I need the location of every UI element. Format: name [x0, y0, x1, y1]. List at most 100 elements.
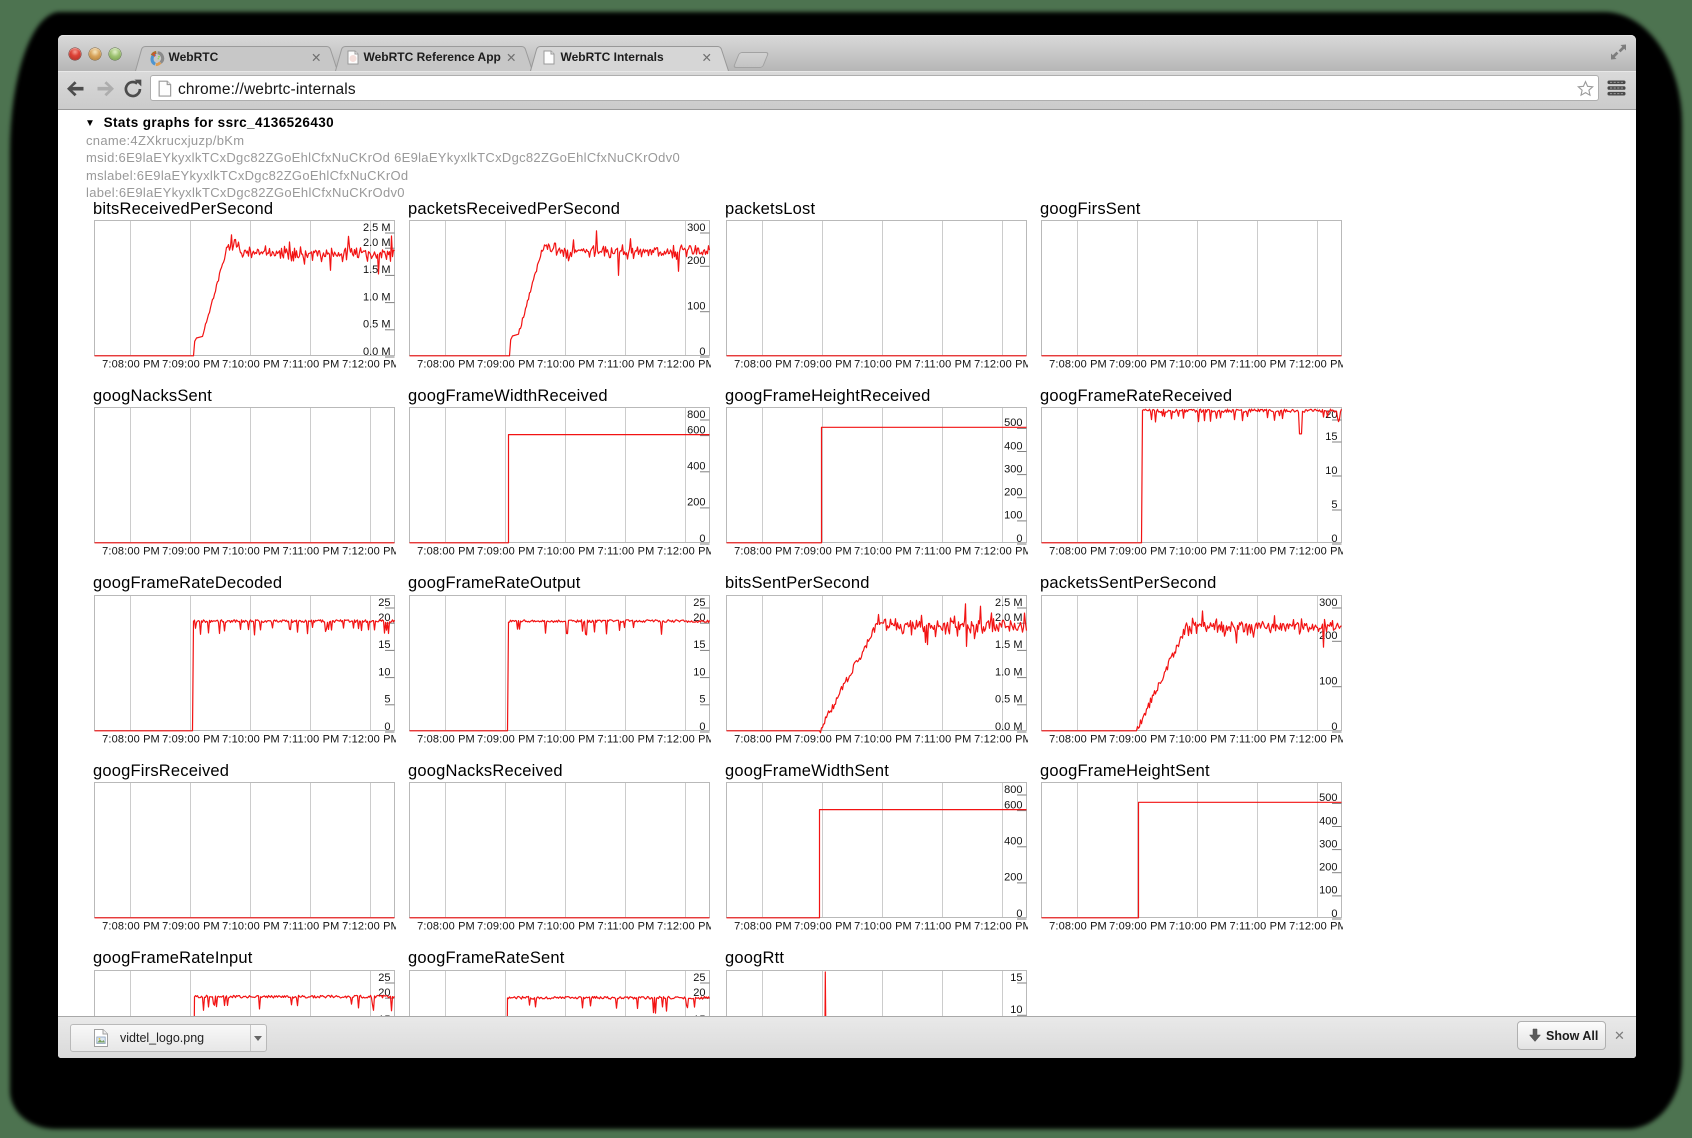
svg-text:7:08:00 PM: 7:08:00 PM — [417, 733, 475, 745]
svg-text:15: 15 — [693, 639, 705, 651]
svg-text:7:09:00 PM: 7:09:00 PM — [477, 546, 535, 558]
svg-text:25: 25 — [693, 971, 705, 983]
svg-text:800: 800 — [1004, 784, 1022, 796]
svg-text:100: 100 — [1004, 510, 1022, 522]
svg-text:7:10:00 PM: 7:10:00 PM — [1169, 921, 1227, 933]
svg-text:1.0 M: 1.0 M — [995, 666, 1023, 678]
svg-text:2.0 M: 2.0 M — [995, 612, 1023, 624]
svg-text:25: 25 — [378, 971, 390, 983]
svg-text:400: 400 — [1004, 836, 1022, 848]
svg-text:7:11:00 PM: 7:11:00 PM — [283, 921, 340, 933]
svg-text:7:12:00 PM: 7:12:00 PM — [342, 359, 396, 371]
svg-text:7:08:00 PM: 7:08:00 PM — [102, 546, 160, 558]
svg-text:200: 200 — [1004, 487, 1022, 499]
svg-text:7:12:00 PM: 7:12:00 PM — [342, 921, 396, 933]
svg-text:7:12:00 PM: 7:12:00 PM — [657, 921, 711, 933]
svg-text:7:08:00 PM: 7:08:00 PM — [734, 921, 792, 933]
svg-text:7:10:00 PM: 7:10:00 PM — [854, 733, 912, 745]
svg-text:200: 200 — [687, 255, 705, 267]
svg-text:300: 300 — [687, 222, 705, 234]
svg-text:300: 300 — [1319, 597, 1337, 609]
svg-text:7:08:00 PM: 7:08:00 PM — [417, 921, 475, 933]
svg-text:7:09:00 PM: 7:09:00 PM — [794, 359, 852, 371]
svg-text:7:09:00 PM: 7:09:00 PM — [477, 733, 535, 745]
svg-text:400: 400 — [1319, 815, 1337, 827]
svg-text:15: 15 — [1325, 431, 1337, 443]
svg-text:7:12:00 PM: 7:12:00 PM — [657, 359, 711, 371]
svg-text:300: 300 — [1004, 464, 1022, 476]
svg-text:0.5 M: 0.5 M — [363, 319, 391, 331]
svg-text:0: 0 — [384, 721, 390, 733]
svg-text:0: 0 — [1016, 908, 1022, 920]
svg-text:7:08:00 PM: 7:08:00 PM — [734, 733, 792, 745]
svg-text:7:10:00 PM: 7:10:00 PM — [537, 733, 595, 745]
svg-text:10: 10 — [1010, 1004, 1022, 1016]
svg-text:200: 200 — [687, 497, 705, 509]
svg-text:5: 5 — [1331, 499, 1337, 511]
svg-text:800: 800 — [687, 409, 705, 421]
svg-text:7:11:00 PM: 7:11:00 PM — [598, 733, 655, 745]
svg-text:7:10:00 PM: 7:10:00 PM — [222, 546, 280, 558]
svg-text:7:11:00 PM: 7:11:00 PM — [598, 546, 655, 558]
svg-text:7:08:00 PM: 7:08:00 PM — [1049, 733, 1107, 745]
svg-text:7:09:00 PM: 7:09:00 PM — [162, 733, 220, 745]
svg-text:100: 100 — [1319, 675, 1337, 687]
svg-text:15: 15 — [378, 639, 390, 651]
svg-text:7:10:00 PM: 7:10:00 PM — [222, 733, 280, 745]
svg-text:7:10:00 PM: 7:10:00 PM — [537, 546, 595, 558]
svg-text:7:11:00 PM: 7:11:00 PM — [915, 733, 972, 745]
svg-text:7:12:00 PM: 7:12:00 PM — [342, 733, 396, 745]
svg-text:7:12:00 PM: 7:12:00 PM — [1289, 359, 1343, 371]
svg-text:2.5 M: 2.5 M — [995, 597, 1023, 609]
svg-text:7:09:00 PM: 7:09:00 PM — [794, 546, 852, 558]
svg-text:2.0 M: 2.0 M — [363, 237, 391, 249]
svg-text:25: 25 — [693, 597, 705, 609]
svg-text:0.5 M: 0.5 M — [995, 693, 1023, 705]
svg-text:7:09:00 PM: 7:09:00 PM — [1109, 359, 1167, 371]
svg-text:7:11:00 PM: 7:11:00 PM — [915, 546, 972, 558]
svg-text:7:08:00 PM: 7:08:00 PM — [417, 546, 475, 558]
svg-text:7:12:00 PM: 7:12:00 PM — [974, 921, 1028, 933]
svg-text:0: 0 — [1331, 533, 1337, 545]
svg-text:1.5 M: 1.5 M — [995, 639, 1023, 651]
svg-text:300: 300 — [1319, 839, 1337, 851]
svg-text:7:10:00 PM: 7:10:00 PM — [854, 546, 912, 558]
svg-text:7:08:00 PM: 7:08:00 PM — [734, 546, 792, 558]
svg-text:7:10:00 PM: 7:10:00 PM — [854, 921, 912, 933]
svg-text:7:08:00 PM: 7:08:00 PM — [1049, 921, 1107, 933]
svg-text:10: 10 — [1325, 465, 1337, 477]
svg-text:7:12:00 PM: 7:12:00 PM — [974, 359, 1028, 371]
svg-text:400: 400 — [687, 461, 705, 473]
svg-text:7:10:00 PM: 7:10:00 PM — [222, 359, 280, 371]
svg-text:7:10:00 PM: 7:10:00 PM — [222, 921, 280, 933]
svg-text:0: 0 — [1016, 533, 1022, 545]
svg-text:7:08:00 PM: 7:08:00 PM — [102, 359, 160, 371]
svg-text:7:12:00 PM: 7:12:00 PM — [1289, 921, 1343, 933]
svg-text:7:09:00 PM: 7:09:00 PM — [162, 546, 220, 558]
svg-text:200: 200 — [1004, 872, 1022, 884]
svg-text:7:10:00 PM: 7:10:00 PM — [854, 359, 912, 371]
svg-text:5: 5 — [384, 693, 390, 705]
svg-text:7:12:00 PM: 7:12:00 PM — [974, 733, 1028, 745]
svg-text:0: 0 — [1331, 721, 1337, 733]
svg-text:7:09:00 PM: 7:09:00 PM — [477, 359, 535, 371]
svg-text:7:09:00 PM: 7:09:00 PM — [162, 921, 220, 933]
svg-text:0: 0 — [699, 533, 705, 545]
svg-text:7:11:00 PM: 7:11:00 PM — [283, 733, 340, 745]
svg-text:0: 0 — [699, 721, 705, 733]
svg-text:1.0 M: 1.0 M — [363, 291, 391, 303]
svg-text:100: 100 — [687, 301, 705, 313]
svg-text:15: 15 — [1010, 971, 1022, 983]
svg-text:7:11:00 PM: 7:11:00 PM — [1230, 546, 1287, 558]
svg-text:7:09:00 PM: 7:09:00 PM — [1109, 733, 1167, 745]
svg-text:7:08:00 PM: 7:08:00 PM — [417, 359, 475, 371]
svg-text:7:11:00 PM: 7:11:00 PM — [1230, 921, 1287, 933]
svg-text:7:11:00 PM: 7:11:00 PM — [1230, 359, 1287, 371]
svg-text:400: 400 — [1004, 441, 1022, 453]
svg-text:7:11:00 PM: 7:11:00 PM — [283, 546, 340, 558]
svg-text:7:12:00 PM: 7:12:00 PM — [657, 546, 711, 558]
svg-text:7:12:00 PM: 7:12:00 PM — [657, 733, 711, 745]
svg-text:7:10:00 PM: 7:10:00 PM — [1169, 733, 1227, 745]
svg-text:7:11:00 PM: 7:11:00 PM — [598, 921, 655, 933]
svg-text:7:12:00 PM: 7:12:00 PM — [1289, 733, 1343, 745]
